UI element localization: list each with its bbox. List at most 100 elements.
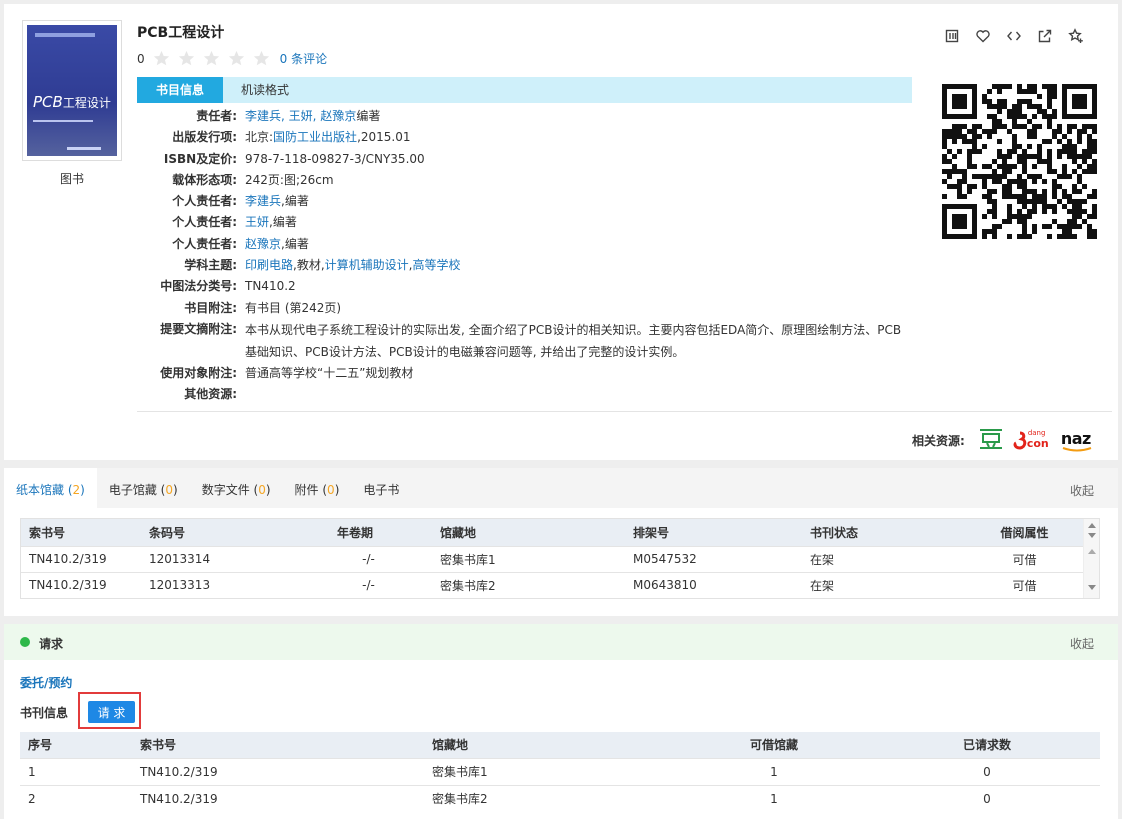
tab-label: 附件 [294,483,319,497]
entrust-reserve-link[interactable]: 委托/预约 [20,674,72,691]
scroll-down-icon[interactable] [1088,533,1096,538]
table-row: 2 TN410.2/319 密集书库2 1 0 [20,784,1100,812]
cover-type-label: 图书 [59,172,84,186]
meta-row-publisher: 出版发行项: 北京:国防工业出版社,2015.01 [137,127,907,148]
cell-volume: -/- [337,545,440,572]
tab-print-holdings[interactable]: 纸本馆藏 (2) [4,468,97,508]
meta-key: 使用对象附注: [160,365,237,380]
separator: , [281,109,289,123]
cell-loan-type: 可借 [950,545,1099,572]
col-requested: 已请求数 [874,732,1100,758]
cell-shelf-number: M0547532 [633,545,810,572]
holdings-tabs: 纸本馆藏 (2) 电子馆藏 (0) 数字文件 (0) 附件 (0) 电子书 [4,468,1118,508]
meta-value: 242页:图;26cm [245,172,334,187]
star-icon[interactable] [178,50,195,67]
request-header: 请求 收起 [4,624,1118,660]
heart-icon[interactable] [975,28,991,44]
subject-link[interactable]: 印刷电路 [245,258,293,272]
info-tabs: 书目信息 机读格式 [137,77,912,103]
scroll-up-icon[interactable] [1088,549,1096,554]
cell-call-number: TN410.2/319 [21,571,149,598]
cell-requested: 0 [874,757,1100,785]
person-link[interactable]: 赵豫京 [245,237,281,251]
meta-key: 责任者: [196,109,237,123]
star-plus-icon[interactable] [1068,28,1084,44]
divider [137,411,1112,412]
table-header-row: 序号 索书号 馆藏地 可借馆藏 已请求数 [20,732,1100,758]
col-call-number: 索书号 [140,732,432,758]
author-link[interactable]: 王妍 [289,109,313,123]
cell-status: 在架 [810,545,950,572]
holdings-collapse-link[interactable]: 收起 [1070,482,1094,499]
holdings-table: 索书号 条码号 年卷期 馆藏地 排架号 书刊状态 借阅属性 TN410.2/31… [20,518,1100,599]
subject-link[interactable]: 高等学校 [413,258,461,272]
meta-key: 个人责任者: [172,194,237,209]
meta-key: 出版发行项: [172,130,237,145]
meta-value: 李建兵,编著 [237,191,309,212]
subject-link[interactable]: 计算机辅助设计 [325,258,409,272]
col-shelf-number: 排架号 [633,519,810,546]
request-card: 请求 收起 委托/预约 书刊信息 请 求 序号 索书号 馆藏地 可借馆藏 已请求… [4,624,1118,819]
scroll-up-icon[interactable] [1088,523,1096,528]
bookshelf-icon[interactable] [944,28,960,44]
request-collapse-link[interactable]: 收起 [1070,635,1094,652]
request-button[interactable]: 请 求 [88,701,135,723]
dangdang-icon[interactable]: dang con [1013,429,1051,453]
col-volume: 年卷期 [337,519,440,546]
cell-location: 密集书库1 [432,757,674,785]
star-icon[interactable] [228,50,245,67]
table-scrollbar[interactable] [1083,519,1099,598]
tab-count: 2 [72,483,81,497]
role-text: ,编著 [269,215,297,230]
meta-value: 王妍,编著 [237,212,297,233]
dangdang-big: con [1026,436,1049,450]
amazon-icon[interactable]: naz [1061,429,1097,453]
meta-key: 其他资源: [184,387,237,402]
tab-ebook[interactable]: 电子书 [351,468,411,508]
meta-row-audience: 使用对象附注: 普通高等学校“十二五”规划教材 [137,363,907,384]
cover-subtitle: 工程设计 [62,96,111,110]
cell-status: 在架 [810,571,950,598]
meta-row-isbn: ISBN及定价: 978-7-118-09827-3/CNY35.00 [137,149,907,170]
publisher-link[interactable]: 国防工业出版社 [273,130,357,144]
douban-icon[interactable] [979,428,1003,453]
table-header-row: 索书号 条码号 年卷期 馆藏地 排架号 书刊状态 借阅属性 [21,519,1099,546]
col-available: 可借馆藏 [674,732,874,758]
share-icon[interactable] [1037,28,1053,44]
role-text: ,编著 [281,194,309,209]
tab-bibliographic[interactable]: 书目信息 [137,77,223,103]
col-location: 馆藏地 [440,519,633,546]
tab-e-holdings[interactable]: 电子馆藏 (0) [97,468,190,508]
author-link[interactable]: 李建兵 [245,109,281,123]
meta-value: 本书从现代电子系统工程设计的实际出发, 全面介绍了PCB设计的相关知识。主要内容… [245,322,902,359]
cell-barcode: 12013314 [149,545,337,572]
scroll-down-icon[interactable] [1088,585,1096,590]
cell-available: 1 [674,757,874,785]
reviews-link[interactable]: 0 条评论 [280,50,327,67]
code-icon[interactable] [1006,28,1022,44]
meta-row-form: 载体形态项: 242页:图;26cm [137,170,907,191]
amazon-text: naz [1060,428,1092,448]
author-link[interactable]: 赵豫京 [320,109,356,123]
tab-attachments[interactable]: 附件 (0) [283,468,352,508]
action-icons [944,28,1084,44]
col-location: 馆藏地 [432,732,674,758]
col-loan-type: 借阅属性 [950,519,1099,546]
col-index: 序号 [20,732,140,758]
cell-volume: -/- [337,571,440,598]
journal-info-label: 书刊信息 [20,706,69,720]
tab-digital-files[interactable]: 数字文件 (0) [190,468,283,508]
cover-title: PCB [33,93,63,111]
meta-value: 普通高等学校“十二五”规划教材 [245,365,414,380]
rating-score: 0 [137,51,145,66]
person-link[interactable]: 李建兵 [245,194,281,208]
cell-barcode: 12013313 [149,571,337,598]
person-link[interactable]: 王妍 [245,215,269,229]
book-cover[interactable]: PCB工程设计 [22,20,122,161]
tab-marc[interactable]: 机读格式 [223,77,307,103]
meta-row-person: 个人责任者: 李建兵,编著 [137,191,907,212]
star-icon[interactable] [253,50,270,67]
star-icon[interactable] [153,50,170,67]
star-icon[interactable] [203,50,220,67]
meta-row-person: 个人责任者: 赵豫京,编著 [137,234,907,255]
